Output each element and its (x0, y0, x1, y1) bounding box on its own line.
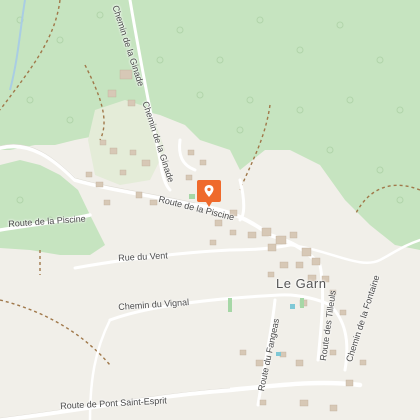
map-view[interactable]: Le Garn Route de la Piscine Route de la … (0, 0, 420, 420)
town-label: Le Garn (276, 276, 327, 291)
location-marker[interactable] (197, 180, 221, 208)
map-pin-icon (197, 180, 221, 207)
